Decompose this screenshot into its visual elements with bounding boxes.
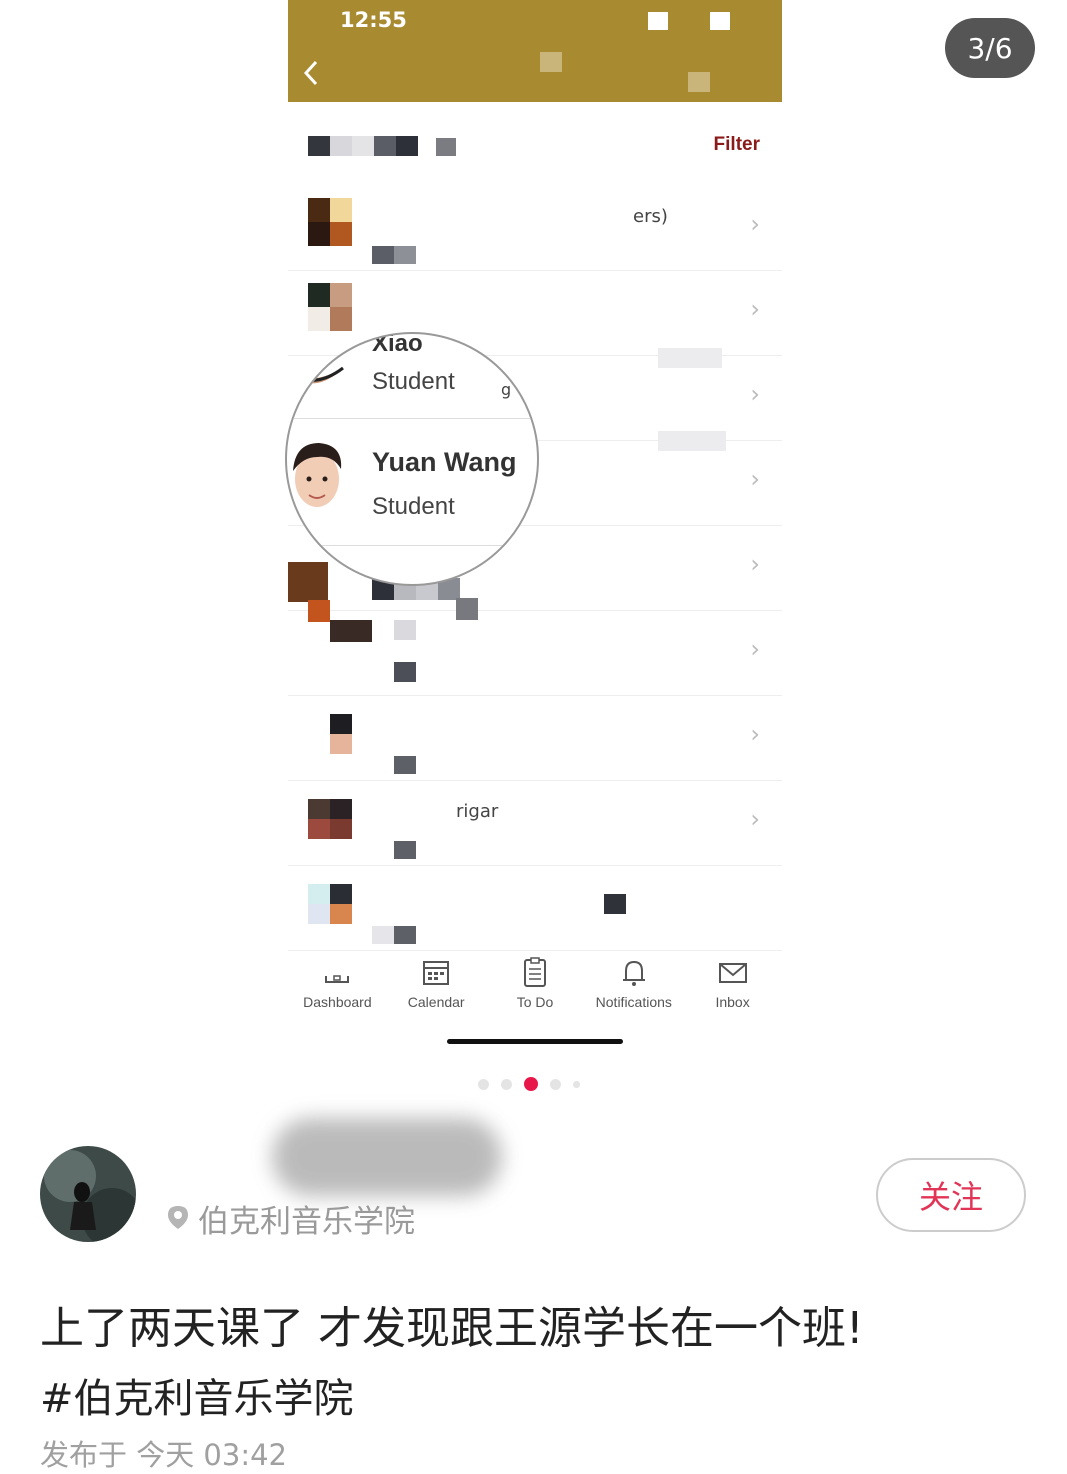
pixelated-block xyxy=(394,620,416,640)
list-row[interactable]: › xyxy=(288,696,782,781)
tab-inbox[interactable]: Inbox xyxy=(683,948,782,1028)
filter-button[interactable]: Filter xyxy=(714,134,760,156)
student-name: Xiao xyxy=(372,332,423,357)
avatar xyxy=(330,714,352,754)
chevron-right-icon: › xyxy=(750,295,760,323)
student-role: Student xyxy=(372,368,455,395)
tab-label: Dashboard xyxy=(303,994,372,1010)
author-avatar[interactable] xyxy=(40,1146,136,1242)
pixelated-block xyxy=(658,348,722,368)
carousel-dot[interactable] xyxy=(501,1078,512,1090)
location-text[interactable]: 伯克利音乐学院 xyxy=(198,1196,415,1241)
pixelated-block xyxy=(288,562,328,602)
row-extra-text: rigar xyxy=(456,801,499,822)
row-extra-text: g xyxy=(501,380,512,399)
author-avatar-image xyxy=(40,1146,136,1242)
student-role: Student xyxy=(372,493,455,520)
avatar xyxy=(308,799,352,839)
tab-label: Calendar xyxy=(407,994,465,1010)
todo-icon xyxy=(523,957,546,987)
pixelated-block xyxy=(372,246,394,264)
chevron-right-icon: › xyxy=(750,380,760,408)
pixelated-block xyxy=(688,72,710,92)
magnifier-lens: Xiao Student g Yuan Wang Student xyxy=(285,332,539,586)
pixelated-block xyxy=(658,431,726,451)
student-name: Yuan Wang xyxy=(372,447,517,477)
pixelated-block xyxy=(456,598,478,620)
tab-todo[interactable]: To Do xyxy=(486,948,585,1028)
chevron-right-icon: › xyxy=(750,635,760,663)
chevron-right-icon: › xyxy=(750,550,760,578)
bell-icon xyxy=(622,960,645,986)
calendar-icon xyxy=(423,961,450,985)
pixelated-block xyxy=(352,136,374,156)
status-time: 12:55 xyxy=(340,8,407,32)
location-pin-icon xyxy=(168,1206,188,1229)
pixelated-block xyxy=(308,600,330,622)
pixelated-block xyxy=(394,662,416,682)
chevron-right-icon: › xyxy=(750,465,760,493)
list-row[interactable]: rigar › xyxy=(288,781,782,866)
post-time: 发布于 今天 03:42 xyxy=(40,1438,288,1472)
status-icon xyxy=(648,12,668,30)
pixelated-block xyxy=(394,246,416,264)
pixelated-block xyxy=(372,926,394,944)
pixelated-block xyxy=(374,136,396,156)
pixelated-block xyxy=(436,138,456,156)
tab-bar: Dashboard Calendar To Do Notifications I… xyxy=(288,948,782,1028)
avatar xyxy=(290,366,344,384)
pixelated-block xyxy=(396,136,418,156)
pixelated-block xyxy=(330,136,352,156)
status-icon xyxy=(710,12,730,30)
chevron-right-icon: › xyxy=(750,210,760,238)
avatar xyxy=(293,443,342,507)
author-name-redacted xyxy=(272,1118,502,1196)
pixelated-block xyxy=(330,620,372,642)
pixelated-block xyxy=(394,756,416,774)
pixelated-block xyxy=(308,136,330,156)
post-hashtag[interactable]: #伯克利音乐学院 xyxy=(40,1366,354,1424)
tab-label: Notifications xyxy=(595,994,672,1010)
follow-button[interactable]: 关注 xyxy=(876,1158,1026,1232)
pixelated-block xyxy=(394,841,416,859)
mail-icon xyxy=(718,963,747,983)
avatar xyxy=(308,884,352,924)
tab-label: To Do xyxy=(516,994,554,1010)
magnified-row-previous: Xiao Student g xyxy=(287,332,537,419)
carousel-dot[interactable] xyxy=(478,1078,489,1090)
tab-calendar[interactable]: Calendar xyxy=(387,948,486,1028)
back-chevron-icon[interactable] xyxy=(298,56,326,90)
avatar xyxy=(308,198,352,246)
tab-label: Inbox xyxy=(715,994,750,1010)
tab-dashboard[interactable]: Dashboard xyxy=(288,948,387,1028)
carousel-dot[interactable] xyxy=(550,1078,561,1090)
carousel-dot-active[interactable] xyxy=(524,1077,538,1091)
post-title: 上了两天课了 才发现跟王源学长在一个班! xyxy=(40,1303,864,1354)
status-bar: 12:55 xyxy=(288,0,782,102)
home-indicator xyxy=(447,1039,623,1044)
magnified-row-highlight[interactable]: Yuan Wang Student xyxy=(287,421,537,546)
pixelated-block xyxy=(540,52,562,72)
dashboard-icon xyxy=(325,975,350,983)
pixelated-block xyxy=(394,926,416,944)
pixelated-block xyxy=(604,894,626,914)
row-extra-text: ers) xyxy=(633,206,668,227)
list-row[interactable] xyxy=(288,866,782,951)
chevron-right-icon: › xyxy=(750,720,760,748)
list-header: Filter xyxy=(288,112,782,182)
carousel-dot[interactable] xyxy=(573,1080,580,1088)
page-counter: 3/6 xyxy=(945,18,1035,78)
chevron-right-icon: › xyxy=(750,805,760,833)
avatar xyxy=(308,283,352,331)
tab-notifications[interactable]: Notifications xyxy=(584,948,683,1028)
list-row[interactable]: ers) › xyxy=(288,186,782,271)
carousel-indicator xyxy=(478,1077,580,1091)
